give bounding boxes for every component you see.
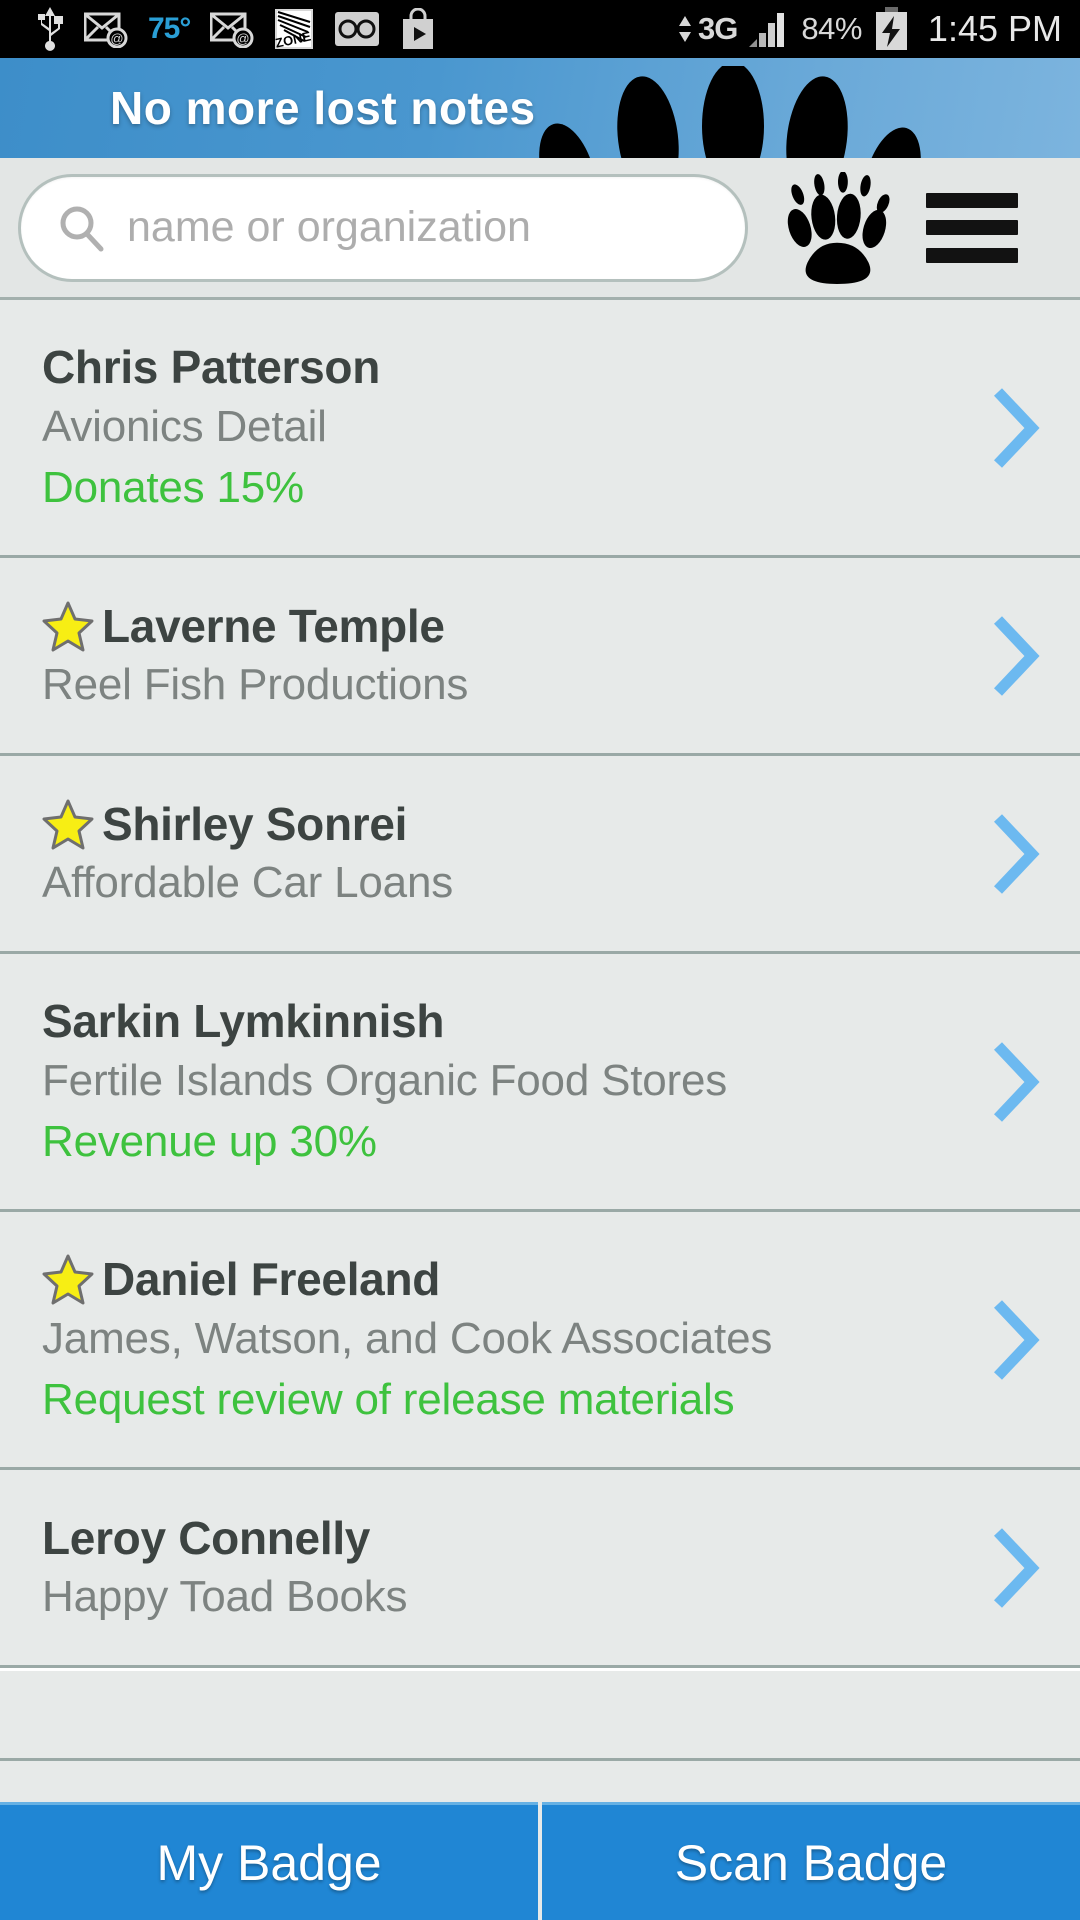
contact-organization: Avionics Detail <box>42 401 327 451</box>
contact-note: Request review of release materials <box>42 1374 735 1424</box>
favorite-star-icon[interactable] <box>42 798 94 850</box>
list-bottom-spacer <box>0 1758 1080 1802</box>
contact-name: Daniel Freeland <box>102 1253 441 1306</box>
header-actions <box>784 171 1018 284</box>
paw-print-icon[interactable] <box>784 171 892 284</box>
hamburger-bar <box>926 220 1018 235</box>
search-header: name or organization <box>0 158 1080 300</box>
contact-organization: Happy Toad Books <box>42 1572 408 1622</box>
usb-icon <box>38 7 63 51</box>
scan-badge-label: Scan Badge <box>674 1834 948 1891</box>
contact-list: Chris Patterson Avionics Detail Donates … <box>0 300 1080 1680</box>
play-store-icon <box>403 8 434 49</box>
contact-organization: Affordable Car Loans <box>42 858 454 908</box>
search-input[interactable]: name or organization <box>18 173 748 282</box>
hamburger-bar <box>926 192 1018 208</box>
chevron-right-icon[interactable] <box>988 1038 1044 1126</box>
table-row[interactable]: Daniel Freeland James, Watson, and Cook … <box>0 1212 1080 1470</box>
battery-charging-icon <box>875 7 907 50</box>
contact-name-wrap: Daniel Freeland <box>42 1252 960 1306</box>
search-placeholder: name or organization <box>127 203 531 251</box>
table-row[interactable]: Sarkin Lymkinnish Fertile Islands Organi… <box>0 954 1080 1212</box>
scan-badge-button[interactable]: Scan Badge <box>542 1802 1080 1920</box>
chevron-right-icon[interactable] <box>988 612 1044 700</box>
data-transfer-icon <box>678 16 692 42</box>
chevron-right-icon[interactable] <box>988 1524 1044 1612</box>
contact-organization: James, Watson, and Cook Associates <box>42 1313 773 1363</box>
promo-banner[interactable]: No more lost notes <box>0 58 1080 158</box>
contact-name: Shirley Sonrei <box>102 797 408 850</box>
banner-text: No more lost notes <box>110 82 536 134</box>
zone-icon: ZONE <box>274 9 314 50</box>
contact-name-wrap: Laverne Temple <box>42 599 960 653</box>
contact-name-wrap: Sarkin Lymkinnish <box>42 994 960 1048</box>
contact-name-wrap: Shirley Sonrei <box>42 797 960 851</box>
contact-name: Chris Patterson <box>42 341 381 394</box>
bottom-action-bar: My Badge Scan Badge <box>0 1802 1080 1920</box>
my-badge-button[interactable]: My Badge <box>0 1802 538 1920</box>
status-bar-left-icons: @ 75° @ ZONE <box>14 7 678 51</box>
email-icon: @ <box>210 12 254 48</box>
paw-print-graphic <box>539 66 921 158</box>
contact-note: Revenue up 30% <box>42 1116 377 1166</box>
signal-bars-icon <box>749 13 785 47</box>
temperature-indicator: 75° <box>148 12 191 45</box>
battery-percent-label: 84% <box>801 11 862 46</box>
voicemail-icon <box>335 12 380 46</box>
clock-label: 1:45 PM <box>927 8 1062 49</box>
chevron-right-icon[interactable] <box>988 1296 1044 1384</box>
email-icon: @ <box>84 12 128 48</box>
hamburger-bar <box>926 247 1018 263</box>
my-badge-label: My Badge <box>156 1834 382 1891</box>
favorite-star-icon[interactable] <box>42 1253 94 1305</box>
contact-name: Sarkin Lymkinnish <box>42 995 445 1048</box>
hamburger-menu-icon[interactable] <box>926 192 1018 263</box>
svg-text:@: @ <box>237 31 250 46</box>
contact-name: Laverne Temple <box>102 599 445 652</box>
contact-organization: Fertile Islands Organic Food Stores <box>42 1055 728 1105</box>
contact-name: Leroy Connelly <box>42 1511 371 1564</box>
contact-name-wrap: Chris Patterson <box>42 340 960 394</box>
status-bar: @ 75° @ ZONE 3G 84% 1:45 PM <box>0 0 1080 58</box>
contact-note: Donates 15% <box>42 462 304 512</box>
status-bar-right-icons: 3G 84% 1:45 PM <box>678 7 1066 51</box>
table-row[interactable]: Leroy Connelly Happy Toad Books <box>0 1470 1080 1668</box>
favorite-star-icon[interactable] <box>42 600 94 652</box>
svg-text:@: @ <box>110 31 123 46</box>
table-row[interactable]: Laverne Temple Reel Fish Productions <box>0 558 1080 756</box>
contact-name-wrap: Leroy Connelly <box>42 1511 960 1565</box>
chevron-right-icon[interactable] <box>988 384 1044 472</box>
chevron-right-icon[interactable] <box>988 810 1044 898</box>
table-row[interactable]: Chris Patterson Avionics Detail Donates … <box>0 300 1080 558</box>
network-type-label: 3G <box>698 11 738 46</box>
contact-organization: Reel Fish Productions <box>42 660 469 710</box>
search-icon <box>60 206 104 251</box>
table-row[interactable]: Shirley Sonrei Affordable Car Loans <box>0 756 1080 954</box>
